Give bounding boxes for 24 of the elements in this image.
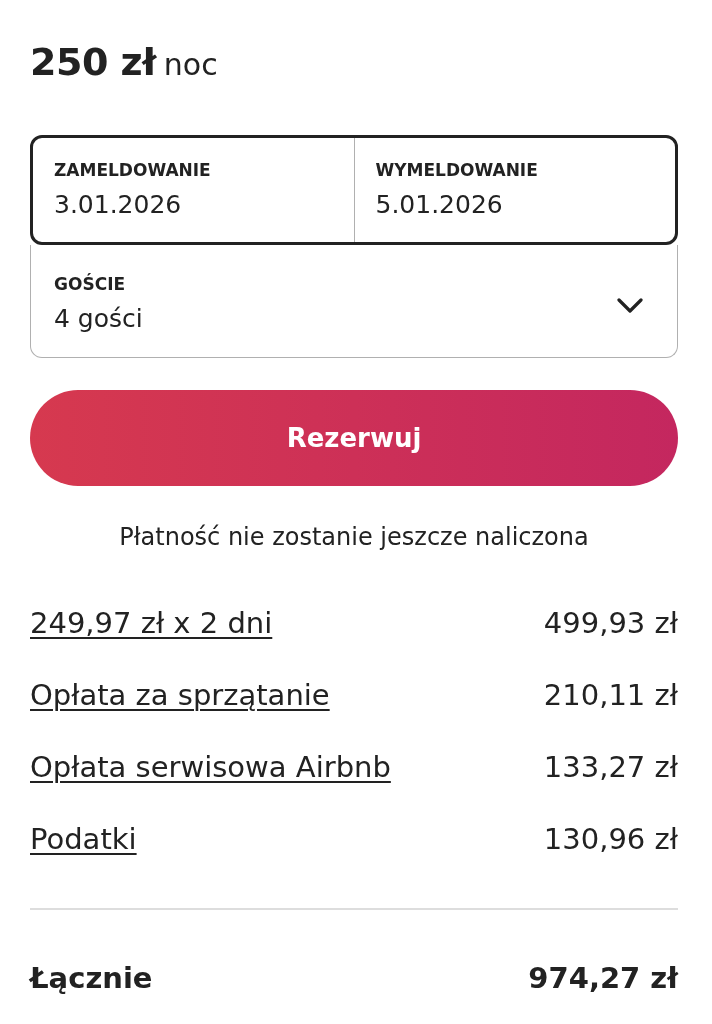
- reserve-button[interactable]: Rezerwuj: [30, 390, 678, 486]
- total-amount: 974,27 zł: [528, 963, 678, 993]
- fee-link[interactable]: 249,97 zł x 2 dni: [30, 608, 273, 638]
- fee-amount: 130,96 zł: [543, 824, 678, 854]
- fee-link[interactable]: Podatki: [30, 824, 137, 854]
- fee-link[interactable]: Opłata za sprzątanie: [30, 680, 330, 710]
- field-label: GOŚCIE: [54, 272, 127, 295]
- guests-field[interactable]: GOŚCIE 4 gości: [30, 245, 678, 358]
- chevron-icon[interactable]: [617, 297, 643, 313]
- fee-amount: 210,11 zł: [543, 680, 678, 710]
- field-label: WYMELDOWANIE: [375, 159, 539, 181]
- fee-amount: 133,27 zł: [543, 752, 678, 782]
- check-out-field[interactable]: WYMELDOWANIE 5.01.2026: [353, 138, 675, 242]
- fee-amount: 499,93 zł: [543, 608, 678, 638]
- price-amount: 250 zł: [30, 39, 156, 86]
- total-label: Łącznie: [30, 963, 153, 993]
- field-value: 5.01.2026: [375, 190, 504, 220]
- check-in-field[interactable]: ZAMELDOWANIE 3.01.2026: [33, 138, 354, 242]
- field-value: 4 gości: [54, 303, 144, 334]
- field-value: 3.01.2026: [54, 190, 183, 220]
- payment-note: Płatność nie zostanie jeszcze naliczona: [118, 522, 590, 552]
- field-label: ZAMELDOWANIE: [54, 159, 212, 181]
- price-unit: noc: [163, 46, 218, 84]
- fee-link[interactable]: Opłata serwisowa Airbnb: [30, 752, 391, 782]
